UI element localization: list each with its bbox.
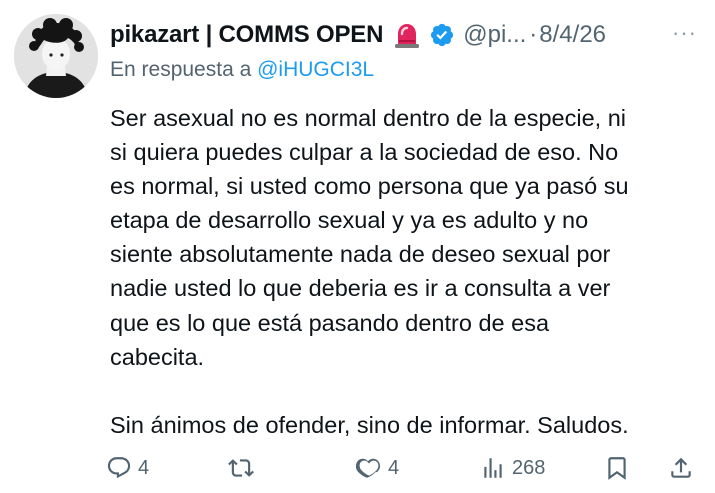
- views-icon: [484, 458, 502, 478]
- share-button[interactable]: [668, 448, 694, 488]
- author-display-name[interactable]: pikazart | COMMS OPEN: [110, 21, 383, 49]
- reply-mention-link[interactable]: @iHUGCI3L: [257, 58, 374, 81]
- retweet-button[interactable]: [228, 448, 260, 488]
- retweet-icon: [228, 459, 254, 477]
- tweet-line: etapa de desarrollo sexual y ya es adult…: [110, 207, 589, 234]
- reply-prefix: En respuesta a: [110, 58, 258, 81]
- tweet-body: Ser asexual no es normal dentro de la es…: [110, 101, 710, 374]
- like-icon: [356, 458, 380, 478]
- police-siren-emoji: [395, 24, 420, 48]
- avatar-illustration: [14, 14, 98, 98]
- like-count: 4: [388, 456, 400, 479]
- tweet-line: es normal, si usted como persona que ya …: [110, 173, 629, 200]
- reply-context: En respuesta a @iHUGCI3L: [110, 58, 374, 82]
- tweet-line: cabecita.: [110, 343, 205, 370]
- views-count: 268: [512, 456, 546, 479]
- author-handle[interactable]: @pi...: [463, 21, 526, 49]
- tweet-action-bar: 4 4 268: [100, 448, 700, 488]
- bookmark-icon: [608, 457, 626, 480]
- tweet-line: que es lo que está pasando dentro de esa: [110, 309, 550, 336]
- separator-dot: ·: [529, 21, 538, 48]
- tweet-line: si quiera puedes culpar a la sociedad de…: [110, 139, 619, 166]
- reply-icon: [107, 457, 131, 479]
- views-button[interactable]: 268: [480, 448, 545, 488]
- share-icon: [671, 457, 691, 478]
- reply-count: 4: [138, 456, 150, 479]
- tweet-line: Ser asexual no es normal dentro de la es…: [110, 105, 627, 131]
- tweet-line: siente absolutamente nada de deseo sexua…: [110, 241, 611, 268]
- tweet-date[interactable]: 8/4/26: [539, 21, 606, 49]
- reply-button[interactable]: 4: [106, 448, 149, 488]
- tweet-header: pikazart | COMMS OPEN @pi... · 8/4/26 ··…: [110, 16, 703, 54]
- tweet-closing-line: Sin ánimos de ofender, sino de informar.…: [110, 411, 629, 438]
- tweet-line: nadie usted lo que deberia es ir a consu…: [110, 275, 611, 302]
- verified-badge-icon[interactable]: [429, 22, 455, 48]
- tweet-text: Ser asexual no es normal dentro de la es…: [110, 101, 710, 442]
- more-options-icon[interactable]: ···: [672, 20, 697, 46]
- avatar[interactable]: [14, 14, 98, 98]
- bookmark-button[interactable]: [604, 448, 630, 488]
- like-button[interactable]: 4: [356, 448, 399, 488]
